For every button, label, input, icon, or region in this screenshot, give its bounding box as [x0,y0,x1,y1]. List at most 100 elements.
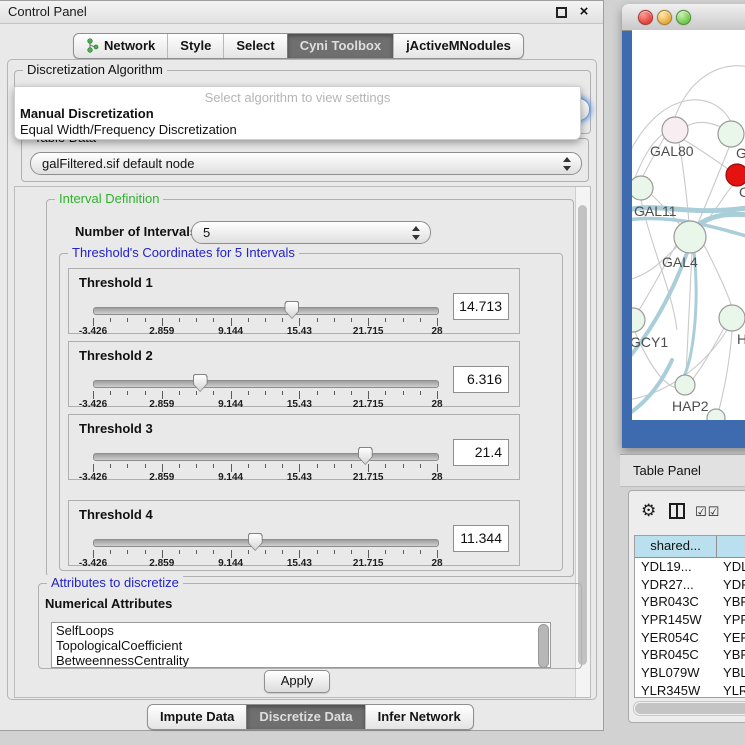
node-label-hap2: HAP2 [672,398,709,414]
network-view-window: GAL80 GAL11 GAL4 GCY1 HAP2 H G C [622,4,745,448]
table-horizontal-scrollbar[interactable] [633,701,745,716]
node-gal11[interactable] [632,176,653,200]
node-selected-red[interactable] [726,164,745,186]
close-icon[interactable]: × [577,5,591,19]
gear-icon[interactable]: ⚙ [641,501,656,521]
tab-impute-data[interactable]: Impute Data [148,705,246,729]
table-cell[interactable]: YER054C [635,629,717,647]
table-row[interactable]: YDR27...YDR2 [635,576,745,594]
number-of-intervals-combobox[interactable]: 5 [191,221,431,244]
node-partial[interactable] [707,409,725,420]
threshold-panel: Threshold 3 -3.4262.8599.14415.4321.7152… [68,414,520,480]
attribute-list-item[interactable]: TopologicalCoefficient [52,638,550,653]
table-cell[interactable]: YBR0 [717,646,745,664]
tab-jactivemnodules-label: jActiveMNodules [406,38,511,53]
table-row[interactable]: YER054CYER0 [635,629,745,647]
threshold-value-field[interactable]: 14.713 [453,293,509,320]
node-g[interactable] [718,121,744,147]
threshold-label: Threshold 1 [79,275,153,290]
attributes-group-title: Attributes to discretize [47,575,183,591]
numerical-attributes-list[interactable]: SelfLoopsTopologicalCoefficientBetweenne… [51,622,551,668]
popup-item-equal-width-frequency[interactable]: Equal Width/Frequency Discretization [18,122,577,138]
threshold-slider[interactable] [93,380,439,388]
table-cell[interactable]: YER0 [717,629,745,647]
axis-tick-label: 2.859 [149,558,174,569]
attributes-group: Attributes to discretize Numerical Attri… [38,583,582,669]
network-canvas[interactable]: GAL80 GAL11 GAL4 GCY1 HAP2 H G C [632,30,745,420]
node-gcy1[interactable] [632,308,645,332]
column-header-shared-name[interactable]: shared... [635,536,717,557]
algorithm-popup: Select algorithm to view settings Manual… [14,86,581,140]
popup-item-manual-discretization[interactable]: Manual Discretization [18,106,577,122]
table-cell[interactable]: YBR043C [635,593,717,611]
tab-impute-data-label: Impute Data [160,709,234,724]
table-cell[interactable]: YLR3 [717,682,745,698]
threshold-slider[interactable] [93,453,439,461]
tab-jactivemnodules[interactable]: jActiveMNodules [393,34,523,58]
threshold-panel: Threshold 4 -3.4262.8599.14415.4321.7152… [68,500,520,566]
threshold-slider[interactable] [93,307,439,315]
table-row[interactable]: YBR043CYBR0 [635,593,745,611]
table-cell[interactable]: YBR045C [635,646,717,664]
table-cell[interactable]: YDR27... [635,576,717,594]
apply-button[interactable]: Apply [264,670,330,693]
table-data-group: Table Data galFiltered.sif default node [21,138,589,182]
axis-tick-label: -3.426 [79,399,107,410]
float-window-icon[interactable] [556,7,567,18]
threshold-slider[interactable] [93,539,439,547]
table-row[interactable]: YBL079WYBL0 [635,664,745,682]
node-hap2[interactable] [675,375,695,395]
tab-style[interactable]: Style [167,34,223,58]
attributes-list-scrollbar-thumb[interactable] [538,624,549,668]
attribute-list-item[interactable]: SelfLoops [52,623,550,638]
slider-ticks [93,463,437,472]
node-gal80[interactable] [662,117,688,143]
table-cell[interactable]: YDR2 [717,576,745,594]
table-row[interactable]: YBR045CYBR0 [635,646,745,664]
node-label-gal80: GAL80 [650,143,694,159]
attribute-list-item[interactable]: BetweennessCentrality [52,653,550,668]
axis-tick-label: 2.859 [149,326,174,337]
threshold-value-field[interactable]: 11.344 [453,525,509,552]
slider-ticks [93,317,437,326]
column-header-name[interactable]: na [717,536,745,557]
tab-cyni-toolbox[interactable]: Cyni Toolbox [287,34,393,58]
table-cell[interactable]: YBL079W [635,664,717,682]
table-cell[interactable]: YBL0 [717,664,745,682]
axis-tick-label: -3.426 [79,558,107,569]
tab-select[interactable]: Select [223,34,286,58]
table-data-combobox[interactable]: galFiltered.sif default node [30,152,582,175]
table-row[interactable]: YLR345WYLR3 [635,682,745,698]
select-columns-icon[interactable]: ☑☑ [695,504,720,520]
mac-close-icon[interactable] [638,10,653,25]
table-cell[interactable]: YPR145W [635,611,717,629]
thresholds-group-title: Threshold's Coordinates for 5 Intervals [68,245,299,261]
axis-tick-label: 21.715 [353,326,384,337]
table-horizontal-scrollbar-thumb[interactable] [635,703,745,714]
node-table[interactable]: shared... na YDL19...YDL1YDR27...YDR2YBR… [634,535,745,698]
mac-zoom-icon[interactable] [676,10,691,25]
axis-tick-label: 15.43 [287,399,312,410]
table-cell[interactable]: YLR345W [635,682,717,698]
table-row[interactable]: YDL19...YDL1 [635,558,745,576]
threshold-value-field[interactable]: 6.316 [453,366,509,393]
table-cell[interactable]: YDL1 [717,558,745,576]
axis-tick-label: 28 [431,558,442,569]
axis-tick-label: 28 [431,399,442,410]
axis-tick-label: -3.426 [79,326,107,337]
columns-icon[interactable] [669,503,685,519]
tab-network[interactable]: Network [74,34,167,58]
table-cell[interactable]: YDL19... [635,558,717,576]
axis-tick-label: 15.43 [287,326,312,337]
node-h[interactable] [719,305,745,331]
slider-tick-labels: -3.4262.8599.14415.4321.71528 [93,472,437,483]
threshold-value-field[interactable]: 21.4 [453,439,509,466]
node-gal4[interactable] [674,221,706,253]
tab-infer-network[interactable]: Infer Network [365,705,473,729]
table-body: YDL19...YDL1YDR27...YDR2YBR043CYBR0YPR14… [635,558,745,698]
tab-discretize-data[interactable]: Discretize Data [246,705,364,729]
table-row[interactable]: YPR145WYPR1 [635,611,745,629]
table-cell[interactable]: YBR0 [717,593,745,611]
table-cell[interactable]: YPR1 [717,611,745,629]
mac-minimize-icon[interactable] [657,10,672,25]
